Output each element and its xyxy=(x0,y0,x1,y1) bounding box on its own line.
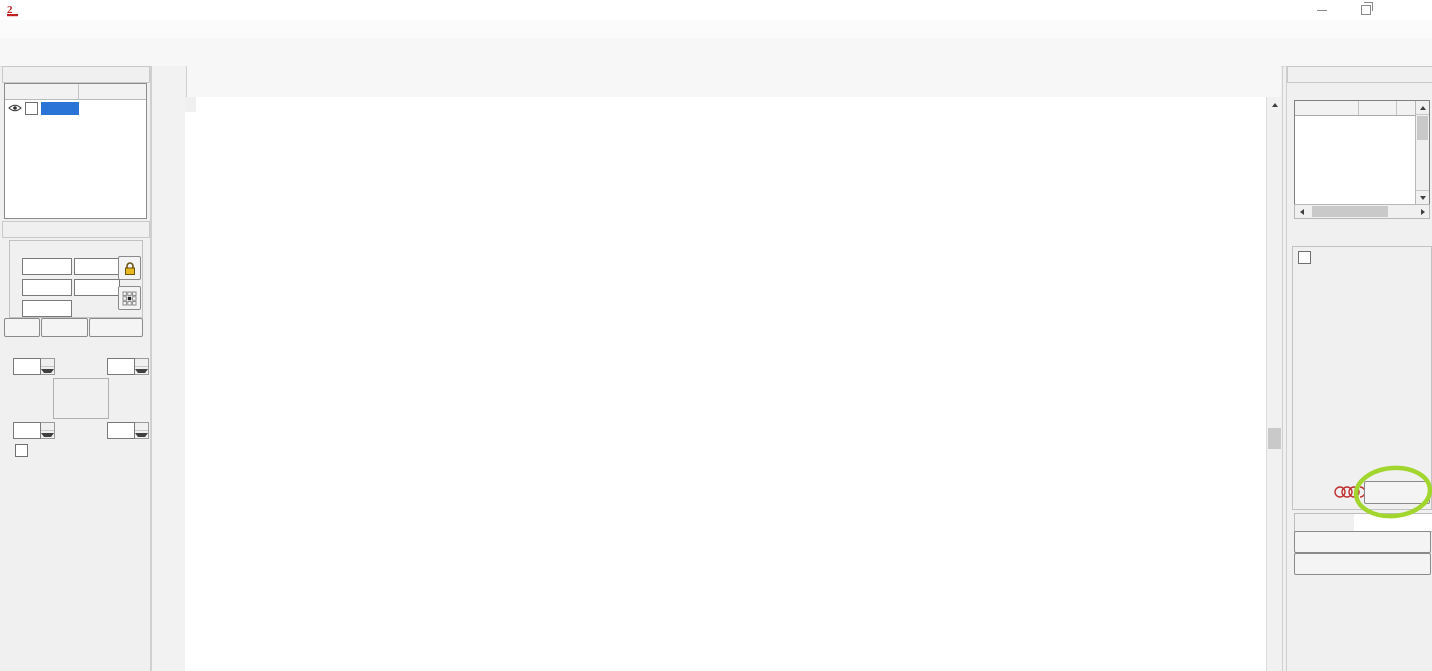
horizontal-ruler xyxy=(196,97,1266,113)
column-name[interactable] xyxy=(5,84,79,99)
object-list-header[interactable] xyxy=(2,66,150,83)
round-preview-rect xyxy=(53,378,109,419)
column-pen-no[interactable] xyxy=(1295,101,1359,115)
object-row-rectangle[interactable] xyxy=(5,100,146,116)
apply-to-default-button[interactable] xyxy=(1294,553,1431,575)
object-name-cell[interactable] xyxy=(41,102,79,115)
pen-list-scrollbar[interactable] xyxy=(1415,101,1429,204)
pen-list-hscrollbar[interactable] xyxy=(1294,204,1430,219)
red-rings-icon xyxy=(1333,485,1365,502)
select-param-from-library-button[interactable] xyxy=(1294,531,1431,553)
scrollbar-thumb[interactable] xyxy=(1268,428,1281,449)
minimize-button[interactable] xyxy=(1300,0,1344,20)
edit-toolbar xyxy=(185,66,1281,98)
restore-icon xyxy=(1361,5,1371,15)
padlock-icon xyxy=(123,261,137,276)
z-position-field[interactable] xyxy=(22,300,72,317)
column-type[interactable] xyxy=(79,84,146,99)
pen-rows xyxy=(1295,116,1429,206)
param-group-box xyxy=(1292,246,1432,510)
panel-divider xyxy=(150,66,151,671)
drawing-toolbox xyxy=(151,66,187,671)
anchor-point-button[interactable] xyxy=(118,286,141,310)
canvas-viewport xyxy=(185,97,1281,671)
close-button[interactable] xyxy=(1388,0,1432,20)
mark-parameter-panel xyxy=(1286,66,1432,671)
round-spinner-bottom-right[interactable] xyxy=(107,422,149,439)
round-spinner-top-right[interactable] xyxy=(107,358,149,375)
pen-scroll-thumb[interactable] xyxy=(1417,116,1428,140)
round-spinner-top-left[interactable] xyxy=(13,358,55,375)
round-spinner-bottom-left[interactable] xyxy=(13,422,55,439)
height-field[interactable] xyxy=(74,279,120,296)
pen-scroll-up-icon[interactable] xyxy=(1416,101,1429,115)
y-position-field[interactable] xyxy=(22,279,72,296)
all-corner-round-checkbox[interactable] xyxy=(15,444,28,457)
right-panel-divider xyxy=(1282,66,1283,671)
restore-button[interactable] xyxy=(1344,0,1388,20)
scroll-up-button[interactable] xyxy=(1267,97,1281,113)
menubar xyxy=(0,20,1432,39)
x-position-field[interactable] xyxy=(22,258,72,275)
scroll-up-icon xyxy=(1272,103,1278,107)
apply-button[interactable] xyxy=(89,318,143,337)
mark-parameter-header[interactable] xyxy=(1287,66,1432,83)
canvas-vertical-scrollbar[interactable] xyxy=(1266,97,1281,671)
drawing-area[interactable] xyxy=(196,112,1266,671)
param-name-value[interactable] xyxy=(1354,513,1432,532)
advance-button[interactable] xyxy=(1364,481,1430,504)
minimize-icon xyxy=(1317,10,1327,11)
use-default-param-checkbox[interactable] xyxy=(1298,251,1311,264)
pen-scroll-down-icon[interactable] xyxy=(1416,190,1429,204)
column-color[interactable] xyxy=(1359,101,1397,115)
param-name-label xyxy=(1294,513,1359,532)
inport-button[interactable] xyxy=(41,318,88,337)
pen-table xyxy=(1294,100,1430,207)
pen-scroll-left-icon[interactable] xyxy=(1295,206,1308,217)
object-list-columns xyxy=(5,84,146,100)
titlebar: 2 xyxy=(0,0,1432,20)
ezcad-window: 2 xyxy=(0,0,1432,671)
array-button[interactable] xyxy=(4,318,40,337)
pen-table-columns xyxy=(1295,101,1429,116)
anchor-grid-icon xyxy=(122,291,137,306)
pen-hscroll-thumb[interactable] xyxy=(1312,206,1388,217)
rectangle-panel-header[interactable] xyxy=(2,221,150,238)
object-checkbox[interactable] xyxy=(25,102,38,115)
main-toolbar xyxy=(0,38,1432,67)
pen-scroll-right-icon[interactable] xyxy=(1416,206,1429,217)
visibility-eye-icon[interactable] xyxy=(8,103,22,113)
app-logo-icon: 2 xyxy=(6,3,21,17)
width-field[interactable] xyxy=(74,258,120,275)
lock-aspect-button[interactable] xyxy=(118,256,141,280)
object-list-table xyxy=(4,83,147,219)
